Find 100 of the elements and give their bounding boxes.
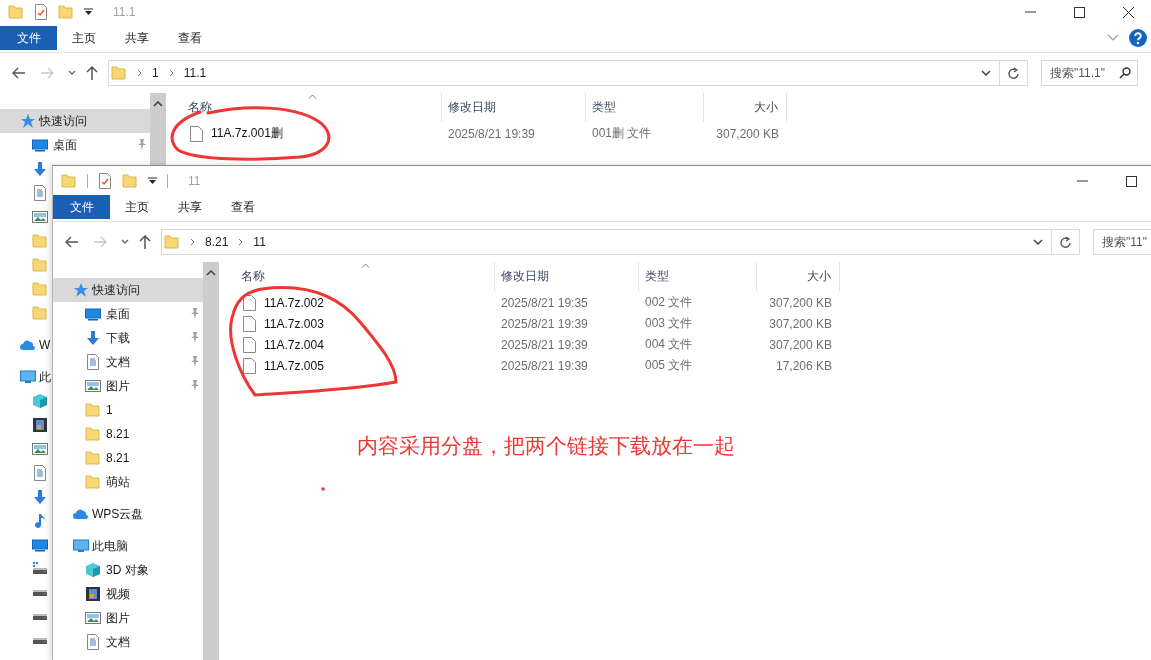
ribbon-tab[interactable]: 主页 <box>57 26 110 50</box>
column-header[interactable]: 名称 <box>188 99 212 116</box>
address-bar[interactable]: 8.21 11 <box>161 229 1052 255</box>
search-field[interactable]: 搜索"11" <box>1093 229 1151 255</box>
maximize-icon[interactable] <box>1125 175 1137 187</box>
pin-icon[interactable] <box>190 308 200 320</box>
scrollbar[interactable] <box>203 262 219 660</box>
ribbon-tab[interactable]: 主页 <box>110 195 163 219</box>
back-icon[interactable] <box>12 67 26 79</box>
pin-icon[interactable] <box>137 139 147 151</box>
folder-icon <box>32 281 48 297</box>
file-size: 17,206 KB <box>775 358 832 373</box>
sidebar-item[interactable]: 图片 <box>106 609 130 627</box>
minimize-icon[interactable] <box>1024 11 1036 13</box>
sidebar-item[interactable]: W <box>39 338 51 352</box>
chevron-icon[interactable] <box>168 69 174 77</box>
star-icon <box>20 113 36 129</box>
ribbon-tab[interactable]: 文件 <box>53 195 110 219</box>
file-name[interactable]: 11A.7z.003 <box>264 316 324 331</box>
sidebar-item[interactable]: 下载 <box>106 329 130 347</box>
file-name[interactable]: 11A.7z.004 <box>264 337 324 352</box>
refresh-icon[interactable] <box>1059 235 1072 249</box>
ribbon-tab[interactable]: 共享 <box>163 195 216 219</box>
sidebar-item[interactable]: 视频 <box>106 585 130 603</box>
sidebar-item[interactable]: 文档 <box>106 353 130 371</box>
ribbon-tab[interactable]: 查看 <box>163 26 216 50</box>
breadcrumb[interactable]: 11.1 <box>183 66 207 80</box>
breadcrumb[interactable]: 8.21 <box>205 235 229 249</box>
sidebar-item[interactable]: 1 <box>106 403 113 417</box>
refresh-button[interactable] <box>1000 60 1028 86</box>
column-header[interactable]: 大小 <box>754 99 778 116</box>
chevron-icon[interactable] <box>137 69 142 77</box>
help-icon[interactable] <box>1129 29 1147 47</box>
sidebar-item[interactable]: 8.21 <box>106 427 130 441</box>
back-icon[interactable] <box>65 236 79 248</box>
document-icon <box>32 185 48 201</box>
document-icon <box>32 465 48 481</box>
history-dropdown-icon[interactable] <box>1033 239 1043 245</box>
breadcrumb[interactable]: 11 <box>253 235 266 249</box>
close-icon[interactable] <box>1122 6 1134 18</box>
refresh-icon[interactable] <box>1007 66 1020 80</box>
minimize-icon[interactable] <box>1076 180 1088 182</box>
recent-locations-icon[interactable] <box>68 70 76 76</box>
sidebar-item[interactable]: 8.21 <box>106 451 130 465</box>
chevron-icon[interactable] <box>238 238 244 246</box>
sidebar-item[interactable]: 此电脑 <box>92 537 128 555</box>
sidebar-item[interactable]: 桌面 <box>106 305 130 323</box>
sidebar-item[interactable]: 此 <box>39 368 51 386</box>
address-bar[interactable]: 1 11.1 <box>108 60 1000 86</box>
maximize-icon[interactable] <box>1073 6 1085 18</box>
scroll-up-icon[interactable] <box>206 270 216 276</box>
pin-icon[interactable] <box>190 332 200 344</box>
sidebar-item[interactable]: WPS云盘 <box>92 505 144 523</box>
search-icon[interactable] <box>1119 67 1131 79</box>
history-dropdown-icon[interactable] <box>981 70 991 76</box>
dropdown-icon[interactable] <box>148 177 157 185</box>
file-icon <box>190 125 203 142</box>
picture-icon <box>85 378 101 394</box>
cube-icon <box>32 393 48 409</box>
column-header[interactable]: 类型 <box>592 99 616 116</box>
sidebar-item[interactable]: 图片 <box>106 377 130 395</box>
computer-icon <box>73 538 89 554</box>
ribbon-tab[interactable]: 文件 <box>0 26 57 50</box>
recent-locations-icon[interactable] <box>121 239 129 245</box>
sidebar-item[interactable]: 萌站 <box>106 473 130 491</box>
pin-icon[interactable] <box>190 380 200 392</box>
file-name[interactable]: 11A.7z.002 <box>264 295 324 310</box>
column-header[interactable]: 大小 <box>807 268 831 285</box>
folder-icon <box>122 173 138 189</box>
properties-icon[interactable] <box>98 173 112 189</box>
sidebar-item[interactable]: 文档 <box>106 633 130 651</box>
dropdown-icon[interactable] <box>84 8 93 16</box>
ribbon-tab[interactable]: 共享 <box>110 26 163 50</box>
up-icon[interactable] <box>139 235 151 249</box>
search-field[interactable]: 搜索"11.1" <box>1041 60 1138 86</box>
expand-ribbon-icon[interactable] <box>1107 34 1119 42</box>
column-header[interactable]: 修改日期 <box>501 268 549 285</box>
breadcrumb[interactable]: 1 <box>152 66 159 80</box>
refresh-button[interactable] <box>1052 229 1080 255</box>
column-header[interactable]: 名称 <box>241 268 265 285</box>
file-icon <box>243 294 256 311</box>
folder-icon <box>61 173 77 189</box>
up-icon[interactable] <box>86 66 98 80</box>
file-name[interactable]: 11A.7z.001删 <box>211 125 283 142</box>
scroll-up-icon[interactable] <box>153 101 163 107</box>
sidebar-item[interactable]: 3D 对象 <box>106 561 149 579</box>
window-title: 11 <box>188 174 201 188</box>
sidebar-item[interactable]: 桌面 <box>53 136 77 154</box>
file-size: 307,200 KB <box>769 295 832 310</box>
annotation-dot <box>321 487 325 491</box>
properties-icon[interactable] <box>34 4 48 20</box>
column-header[interactable]: 类型 <box>645 268 669 285</box>
ribbon-tab[interactable]: 查看 <box>216 195 269 219</box>
column-header[interactable]: 修改日期 <box>448 99 496 116</box>
modified-date: 2025/8/21 19:39 <box>501 337 588 352</box>
pin-icon[interactable] <box>190 356 200 368</box>
file-icon <box>243 336 256 353</box>
file-name[interactable]: 11A.7z.005 <box>264 358 324 373</box>
chevron-icon[interactable] <box>190 238 195 246</box>
download-arrow-icon <box>32 489 48 505</box>
